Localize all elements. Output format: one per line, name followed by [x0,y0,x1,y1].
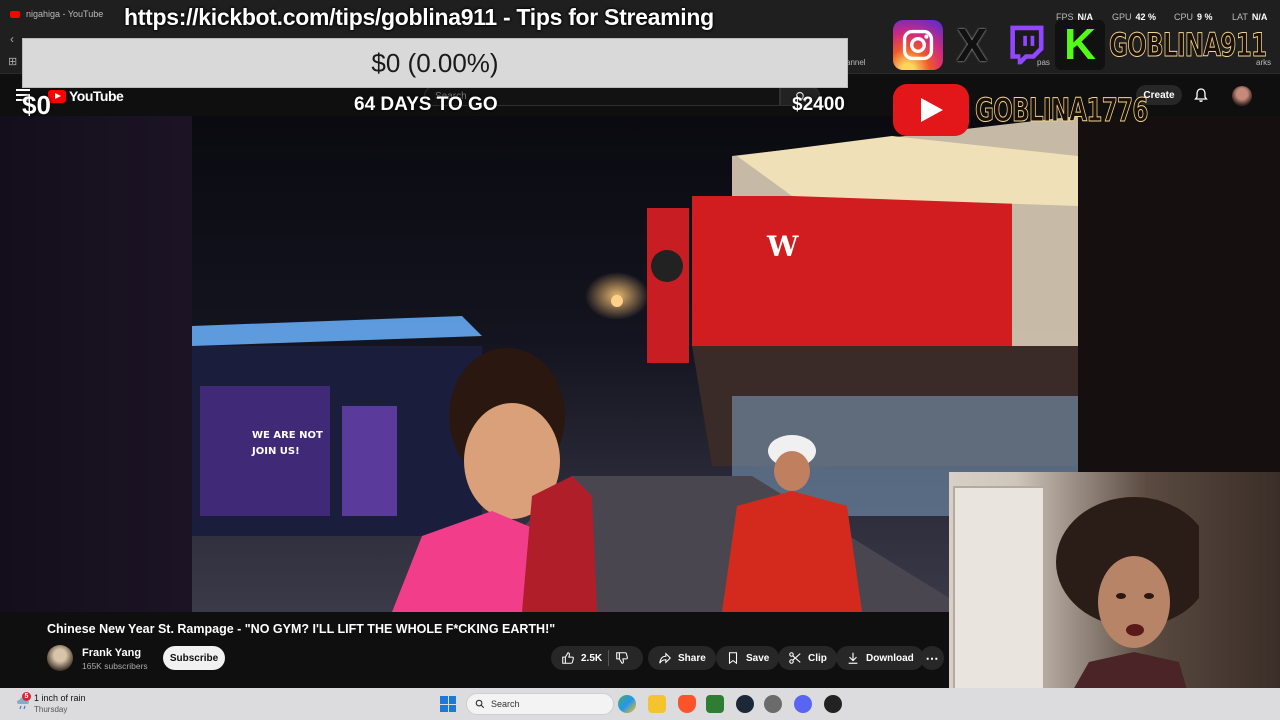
tip-url-banner: https://kickbot.com/tips/goblina911 - Ti… [124,4,714,30]
subscriber-count: 165K subscribers [82,661,148,671]
twitch-icon [1001,20,1051,70]
donation-goal-bar: $0 (0.00%) [22,38,848,88]
like-count[interactable]: 2.5K [581,653,602,664]
social-handle-main: GOBLINA911 [1109,26,1268,65]
discord-icon[interactable] [794,695,812,713]
bookmark-item[interactable]: annel [846,58,866,67]
instagram-icon [893,20,943,70]
goal-current-amount: $0 [22,90,51,120]
social-links-row: X K GOBLINA911 [893,19,1280,71]
player-right-margin [1078,116,1280,472]
video-title: Chinese New Year St. Rampage - "NO GYM? … [47,622,556,636]
svg-text:W: W [766,230,799,263]
divider [608,650,610,666]
youtube-logo[interactable]: YouTube [48,88,124,104]
share-icon [659,652,671,664]
download-icon [848,652,858,664]
youtube-icon [893,84,969,136]
file-explorer-icon[interactable] [648,695,666,713]
screen: nigahiga - YouTube ‹ ⊞ annel pas arks FP… [0,0,1280,720]
channel-name[interactable]: Frank Yang [82,647,141,659]
video-player[interactable]: W WE ARE NOT JOIN US! [192,116,1078,612]
video-frame-image: W WE ARE NOT JOIN US! [192,116,1078,612]
save-button[interactable]: Save [716,646,780,670]
search-icon [475,699,485,709]
share-button[interactable]: Share [648,646,716,670]
scissors-icon [789,652,801,664]
poster-text-line2: JOIN US! [251,446,300,457]
poster-text-line1: WE ARE NOT [252,430,323,441]
thumbs-up-icon[interactable] [561,651,575,665]
kick-icon: K [1055,20,1105,70]
windows-start-icon[interactable] [440,696,456,712]
goal-progress-text: $0 (0.00%) [371,47,499,78]
streamer-image [1055,497,1199,720]
apps-grid-icon[interactable]: ⊞ [8,55,17,68]
clip-button[interactable]: Clip [778,646,837,670]
goal-target-amount: $2400 [792,94,845,115]
like-dislike-group: 2.5K [551,646,643,670]
windows-taskbar [0,688,1280,720]
obs-studio-icon[interactable] [824,695,842,713]
back-arrow-icon[interactable]: ‹ [10,32,14,46]
steam-icon[interactable] [736,695,754,713]
tab-title: nigahiga - YouTube [26,9,104,19]
goal-days-remaining: 64 DAYS TO GO [354,94,498,115]
weather-day: Thursday [34,705,68,714]
webcam-feed [949,472,1280,720]
account-avatar[interactable] [1232,86,1252,106]
bookmark-icon [728,652,738,665]
browser-tab-active[interactable]: nigahiga - YouTube [10,5,103,23]
more-horizontal-icon: ⋯ [925,650,939,666]
weather-summary[interactable]: 1 inch of rain [34,693,86,703]
download-button[interactable]: Download [836,646,924,670]
channel-avatar[interactable] [47,645,73,671]
brave-browser-icon[interactable] [678,695,696,713]
app-icon[interactable] [706,695,724,713]
youtube-favicon-icon [10,10,20,18]
copilot-icon[interactable] [618,695,636,713]
taskbar-search[interactable]: Search [466,693,614,715]
weather-alert-badge: 5 [22,692,31,701]
youtube-channel-link: GOBLINA1776 [893,84,1215,136]
x-icon: X [956,19,988,71]
thumbs-down-icon[interactable] [615,651,629,665]
more-actions-button[interactable]: ⋯ [920,646,944,670]
social-handle-youtube: GOBLINA1776 [975,91,1149,130]
settings-gear-icon[interactable] [764,695,782,713]
subscribe-button[interactable]: Subscribe [163,646,225,670]
player-left-margin [0,116,192,612]
